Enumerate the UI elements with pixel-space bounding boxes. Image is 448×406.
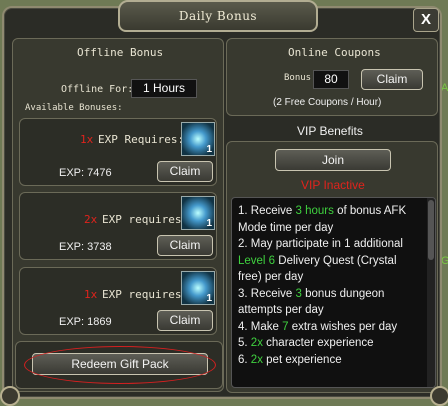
coupon-bonus-field: 80 bbox=[313, 70, 349, 89]
redeem-highlight-oval bbox=[24, 346, 216, 384]
bonus-2-exp: EXP: 3738 bbox=[59, 241, 112, 253]
crystal-orb-icon[interactable]: 1 bbox=[181, 122, 215, 156]
corner-ornament-icon bbox=[430, 386, 448, 406]
window-title: Daily Bonus bbox=[178, 9, 258, 23]
offline-for-label: Offline For: bbox=[61, 84, 134, 95]
vip-highlight-text: 2x bbox=[250, 353, 263, 366]
vip-benefit-text: 5. bbox=[238, 337, 251, 349]
side-fragment-2: G bbox=[441, 255, 448, 267]
vip-benefit-line: 1. Receive 3 hours of bonus AFK bbox=[232, 203, 435, 220]
vip-benefit-line: 3. Receive 3 bonus dungeon bbox=[232, 286, 435, 303]
vip-scrollbar-thumb[interactable] bbox=[428, 200, 434, 260]
bonus-2-requires: EXP requires: bbox=[102, 213, 189, 226]
coupon-claim-button[interactable]: Claim bbox=[361, 69, 423, 90]
vip-benefit-text: Delivery Quest (Crystal bbox=[275, 254, 397, 267]
vip-benefit-line: 6. 2x pet experience bbox=[232, 352, 435, 369]
daily-bonus-window: Offline Bonus Offline For: 1 Hours Avail… bbox=[2, 6, 442, 399]
vip-status: VIP Inactive bbox=[301, 178, 365, 192]
online-coupons-header: Online Coupons bbox=[288, 46, 381, 59]
vip-benefit-line: 5. 2x character experience bbox=[232, 335, 435, 352]
bonus-1-requires: EXP Requires: bbox=[98, 133, 185, 146]
online-coupons-panel: Online Coupons Bonus 80 Claim (2 Free Co… bbox=[226, 38, 438, 116]
vip-benefit-text: 3. Receive bbox=[238, 287, 296, 300]
bonus-1-count: 1 bbox=[206, 144, 212, 155]
bonus-3-claim-button[interactable]: Claim bbox=[157, 310, 213, 331]
vip-benefit-text: attempts per day bbox=[238, 304, 324, 316]
bonus-3-requires: EXP requires: bbox=[102, 288, 189, 301]
vip-highlight-text: 2x bbox=[250, 337, 263, 349]
offline-bonus-header: Offline Bonus bbox=[77, 46, 164, 59]
bonus-2-claim-button[interactable]: Claim bbox=[157, 235, 213, 256]
coupon-note: (2 Free Coupons / Hour) bbox=[273, 97, 382, 108]
vip-benefit-line: Mode time per day bbox=[232, 220, 435, 237]
vip-benefits-header: VIP Benefits bbox=[297, 124, 363, 138]
vip-benefit-line: Level 6 Delivery Quest (Crystal bbox=[232, 253, 435, 270]
offline-bonus-panel: Offline Bonus Offline For: 1 Hours Avail… bbox=[12, 38, 224, 392]
vip-benefit-text: character experience bbox=[262, 337, 374, 349]
vip-benefit-text: extra wishes per day bbox=[288, 320, 398, 333]
bonus-3-count: 1 bbox=[206, 293, 212, 304]
vip-benefit-line: 2. May participate in 1 additional bbox=[232, 236, 435, 253]
redeem-area: Redeem Gift Pack bbox=[15, 341, 223, 389]
bonus-1-claim-button[interactable]: Claim bbox=[157, 161, 213, 182]
corner-ornament-icon bbox=[0, 386, 20, 406]
bonus-1-exp: EXP: 7476 bbox=[59, 167, 112, 179]
bonus-card-1: 1x EXP Requires: 1 EXP: 7476 Claim bbox=[19, 118, 217, 186]
vip-benefit-text: 1. Receive bbox=[238, 205, 296, 217]
side-fragment-1: A bbox=[441, 82, 448, 94]
close-button[interactable]: X bbox=[413, 8, 439, 32]
vip-highlight-text: 3 hours bbox=[295, 205, 334, 217]
bonus-1-multiplier: 1x bbox=[80, 133, 94, 146]
vip-benefit-line: free) per day bbox=[232, 269, 435, 286]
crystal-orb-icon[interactable]: 1 bbox=[181, 196, 215, 230]
vip-benefit-text: bonus dungeon bbox=[301, 287, 385, 300]
bonus-2-multiplier: 2x bbox=[84, 213, 98, 226]
vip-benefit-text: 2. May participate in 1 additional bbox=[238, 238, 403, 250]
vip-benefit-line: attempts per day bbox=[232, 302, 435, 319]
vip-benefit-text: free) per day bbox=[238, 271, 304, 283]
bonus-3-exp: EXP: 1869 bbox=[59, 316, 112, 328]
vip-benefit-text: 6. bbox=[238, 353, 251, 366]
vip-join-button[interactable]: Join bbox=[275, 149, 391, 171]
window-title-tab: Daily Bonus bbox=[118, 0, 318, 32]
coupon-bonus-label: Bonus bbox=[284, 73, 312, 83]
available-bonuses-label: Available Bonuses: bbox=[25, 103, 123, 113]
crystal-orb-icon[interactable]: 1 bbox=[181, 271, 215, 305]
vip-benefit-text: pet experience bbox=[262, 353, 342, 366]
vip-highlight-text: Level 6 bbox=[238, 254, 276, 267]
bonus-card-3: 1x EXP requires: 1 EXP: 1869 Claim bbox=[19, 267, 217, 335]
bonus-card-2: 2x EXP requires: 1 EXP: 3738 Claim bbox=[19, 192, 217, 260]
vip-scrollbar[interactable] bbox=[427, 198, 435, 387]
vip-benefit-text: Mode time per day bbox=[238, 221, 334, 234]
vip-benefit-line: 4. Make 7 extra wishes per day bbox=[232, 319, 435, 336]
vip-benefits-list[interactable]: 1. Receive 3 hours of bonus AFK Mode time… bbox=[231, 197, 436, 388]
offline-for-field: 1 Hours bbox=[131, 79, 197, 98]
vip-benefit-text: of bonus AFK bbox=[333, 205, 407, 217]
bonus-3-multiplier: 1x bbox=[84, 288, 98, 301]
vip-benefit-text: 4. Make bbox=[238, 320, 283, 333]
bonus-2-count: 1 bbox=[206, 218, 212, 229]
